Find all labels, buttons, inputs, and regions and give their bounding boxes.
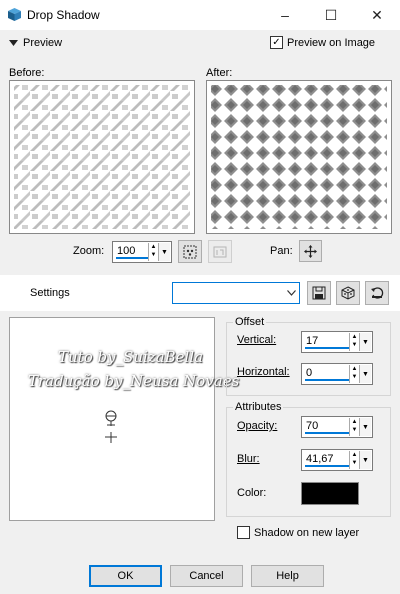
title-bar: Drop Shadow – ☐ ✕ <box>0 0 400 30</box>
minimize-icon: – <box>281 7 289 23</box>
dropdown-arrow-icon[interactable]: ▼ <box>359 451 371 469</box>
horizontal-spinner[interactable]: 0 ▲ ▼ ▼ <box>301 363 373 385</box>
preview-toggle[interactable]: Preview <box>9 37 62 49</box>
cancel-button-label: Cancel <box>189 570 224 582</box>
zoom-spinner[interactable]: 100 ▲ ▼ ▼ <box>112 241 172 263</box>
reset-button[interactable] <box>365 281 389 305</box>
pan-move-icon <box>304 244 317 258</box>
before-preview-image <box>14 85 190 229</box>
zoom-fit-icon <box>183 245 197 258</box>
after-label: After: <box>206 67 233 79</box>
vertical-spinner[interactable]: 17 ▲ ▼ ▼ <box>301 331 373 353</box>
spin-arrows-icon[interactable]: ▲ ▼ <box>349 451 359 469</box>
preview-on-image-label: Preview on Image <box>287 36 376 49</box>
checkbox-checked-icon: ✓ <box>270 36 283 49</box>
opacity-label-text: Opacity: <box>237 420 278 432</box>
ok-button[interactable]: OK <box>89 565 162 587</box>
blur-label: Blur: <box>237 453 260 465</box>
horizontal-underline <box>305 379 350 381</box>
close-button[interactable]: ✕ <box>354 0 400 30</box>
window-title: Drop Shadow <box>27 8 100 22</box>
opacity-underline <box>305 432 350 434</box>
vertical-underline <box>305 347 350 349</box>
close-icon: ✕ <box>371 6 383 23</box>
before-label: Before: <box>9 67 45 79</box>
shadow-on-new-layer-label: Shadow on new layer <box>254 526 360 539</box>
after-preview-pane[interactable] <box>206 80 392 234</box>
horizontal-label-text: Horizontal: <box>237 366 290 378</box>
minimize-button[interactable]: – <box>262 0 308 30</box>
opacity-value: 70 <box>306 420 319 432</box>
blur-value: 41,67 <box>306 453 334 465</box>
watermark-line-2: Tradução by_Neusa Novaes <box>28 372 240 390</box>
color-label: Color: <box>237 487 267 499</box>
help-button[interactable]: Help <box>251 565 324 587</box>
preview-on-image-checkbox[interactable]: ✓ Preview on Image <box>270 36 375 49</box>
horizontal-value: 0 <box>306 367 313 379</box>
offset-crosshair-icon <box>105 410 117 443</box>
offset-group-label: Offset <box>233 316 267 328</box>
blur-spinner[interactable]: 41,67 ▲ ▼ ▼ <box>301 449 373 471</box>
actual-size-icon <box>213 246 227 257</box>
reset-icon <box>371 287 384 299</box>
ok-button-label: OK <box>117 570 134 582</box>
offset-preview-canvas[interactable]: Tuto by_SuizaBella Tradução by_Neusa Nov… <box>9 317 239 521</box>
randomize-button[interactable] <box>336 281 360 305</box>
zoom-label: Zoom: <box>73 245 105 257</box>
spin-arrows-icon[interactable]: ▲ ▼ <box>349 333 359 351</box>
dice-icon <box>341 286 355 300</box>
preview-label: Preview <box>23 37 63 49</box>
collapse-triangle-icon <box>9 39 18 46</box>
cancel-button[interactable]: Cancel <box>170 565 243 587</box>
help-button-label: Help <box>276 570 299 582</box>
fit-to-window-button[interactable] <box>178 240 202 263</box>
blur-label-text: Blur: <box>237 453 260 465</box>
save-preset-button[interactable] <box>307 281 331 305</box>
maximize-button[interactable]: ☐ <box>308 0 354 30</box>
pan-label: Pan: <box>270 245 293 257</box>
save-icon <box>312 286 326 300</box>
dropdown-arrow-icon[interactable]: ▼ <box>359 418 371 436</box>
dropdown-arrow-icon[interactable]: ▼ <box>359 333 371 351</box>
shadow-color-swatch[interactable] <box>301 482 359 505</box>
dropdown-arrow-icon[interactable]: ▼ <box>158 243 170 261</box>
vertical-label-text: Vertical: <box>237 334 277 346</box>
pan-button[interactable] <box>299 240 322 262</box>
zoom-value: 100 <box>117 245 136 257</box>
chevron-down-icon[interactable] <box>284 283 299 303</box>
maximize-icon: ☐ <box>324 6 338 23</box>
shadow-on-new-layer-checkbox[interactable]: Shadow on new layer <box>237 526 359 539</box>
opacity-spinner[interactable]: 70 ▲ ▼ ▼ <box>301 416 373 438</box>
checkbox-unchecked-icon <box>237 526 250 539</box>
dropdown-arrow-icon[interactable]: ▼ <box>359 365 371 383</box>
vertical-label: Vertical: <box>237 334 276 346</box>
spin-arrows-icon[interactable]: ▲ ▼ <box>349 365 359 383</box>
vertical-value: 17 <box>306 335 319 347</box>
actual-size-button[interactable] <box>208 240 232 263</box>
opacity-label: Opacity: <box>237 420 277 432</box>
spin-arrows-icon[interactable]: ▲ ▼ <box>349 418 359 436</box>
zoom-underline <box>116 257 149 259</box>
watermark-line-1: Tuto by_SuizaBella <box>58 348 204 366</box>
settings-label: Settings <box>30 287 70 299</box>
blur-underline <box>305 465 350 467</box>
app-icon <box>8 8 21 21</box>
preset-dropdown[interactable] <box>172 282 300 304</box>
spin-arrows-icon[interactable]: ▲ ▼ <box>148 243 158 261</box>
attributes-group-label: Attributes <box>233 401 284 413</box>
after-preview-image <box>211 85 387 229</box>
horizontal-label: Horizontal: <box>237 366 290 378</box>
before-preview-pane[interactable] <box>9 80 195 234</box>
